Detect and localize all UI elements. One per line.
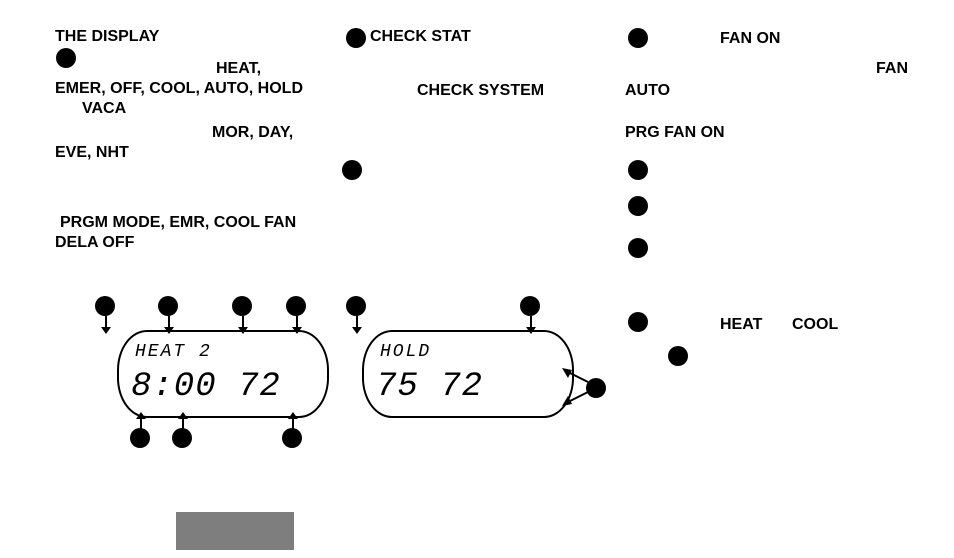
bullet-icon [342,160,362,180]
bullet-icon [628,196,648,216]
callout-dot [95,296,115,316]
arrow-down-icon [352,316,362,334]
callout-dot [520,296,540,316]
mode-prgm: PRGM MODE, EMR, COOL FAN [60,214,296,232]
arrow-up-icon [288,412,298,430]
callout-dot [172,428,192,448]
heat-label: HEAT [720,316,762,334]
lcd-display-2: HOLD 75 72 [362,330,574,418]
arrow-down-icon [164,316,174,334]
lcd2-row1: HOLD [380,342,431,362]
arrow-diag-icon [562,388,590,406]
fan-on-label: FAN ON [720,30,780,48]
mode-daypart-2: EVE, NHT [55,144,129,162]
callout-dot [158,296,178,316]
lcd1-row2: 8:00 72 [131,368,281,406]
callout-dot [282,428,302,448]
bullet-icon [628,28,648,48]
bullet-icon [56,48,76,68]
lcd1-row1: HEAT 2 [135,342,212,362]
arrow-up-icon [178,412,188,430]
bullet-icon [628,160,648,180]
check-system-label: CHECK SYSTEM [417,82,544,100]
fan-label: FAN [876,60,908,78]
lcd2-row2: 75 72 [376,368,483,406]
display-title: THE DISPLAY [55,28,159,46]
callout-dot [286,296,306,316]
arrow-down-icon [101,316,111,334]
arrow-down-icon [238,316,248,334]
bullet-icon [628,238,648,258]
arrow-down-icon [526,316,536,334]
cool-label: COOL [792,316,838,334]
mode-list-1: EMER, OFF, COOL, AUTO, HOLD [55,80,303,98]
mode-dela-off: DELA OFF [55,234,134,252]
callout-dot [130,428,150,448]
legend-swatch [176,512,294,550]
bullet-icon [346,28,366,48]
mode-daypart-1: MOR, DAY, [212,124,293,142]
prg-fan-on-label: PRG FAN ON [625,124,725,142]
lcd-display-1: HEAT 2 8:00 72 [117,330,329,418]
arrow-down-icon [292,316,302,334]
bullet-icon [628,312,648,332]
mode-heat: HEAT, [216,60,261,78]
arrow-diag-icon [562,368,590,386]
check-stat-label: CHECK STAT [370,28,471,46]
arrow-up-icon [136,412,146,430]
callout-dot [346,296,366,316]
mode-vaca: VACA [82,100,126,118]
callout-dot [232,296,252,316]
bullet-icon [668,346,688,366]
auto-label: AUTO [625,82,670,100]
